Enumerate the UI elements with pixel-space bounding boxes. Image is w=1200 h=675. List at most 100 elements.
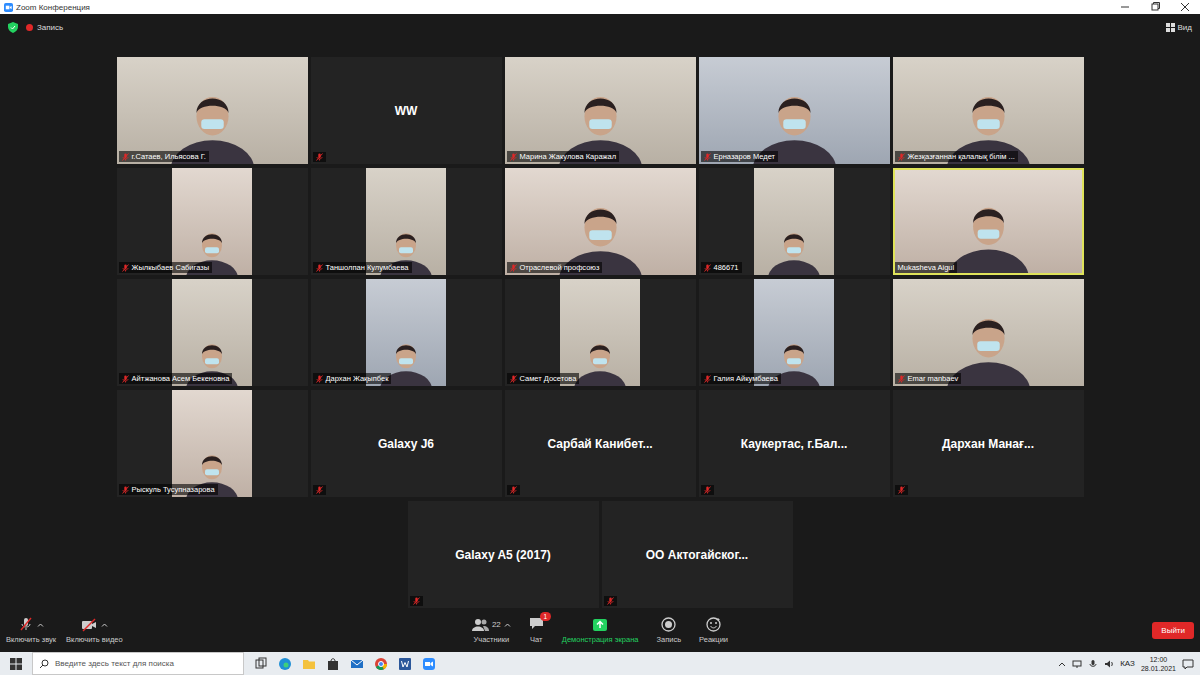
microphone-icon[interactable] — [1088, 659, 1098, 669]
video-frame — [505, 168, 696, 275]
chat-button[interactable]: 1 Чат — [529, 617, 544, 644]
language-indicator[interactable]: КАЗ — [1120, 659, 1135, 668]
folder-icon[interactable] — [302, 657, 316, 671]
participant-tile[interactable]: Рыскуль Тусупназарова — [117, 390, 308, 497]
participant-tile[interactable]: Mukasheva Aigul — [893, 168, 1084, 275]
store-icon[interactable] — [326, 657, 340, 671]
participant-name: Galaxy J6 — [378, 437, 434, 451]
tray-caret-icon[interactable] — [1058, 661, 1066, 667]
participant-tile[interactable]: г.Сатаев, Ильясова Г. — [117, 57, 308, 164]
taskbar-search[interactable]: Введите здесь текст для поиска — [32, 652, 244, 675]
participants-button[interactable]: 22 Участники — [472, 617, 511, 644]
person-icon — [560, 290, 640, 386]
video-frame — [754, 279, 834, 386]
person-icon — [754, 179, 834, 275]
tile-label: Айтжанова Асем Бекеновна — [119, 373, 233, 384]
participant-name: WW — [395, 104, 418, 118]
reactions-button[interactable]: Реакции — [699, 617, 728, 644]
mic-off-icon — [18, 617, 34, 632]
windows-start-icon[interactable] — [9, 657, 23, 671]
participant-tile[interactable]: Дархан Жақыпбек — [311, 279, 502, 386]
video-frame — [505, 57, 696, 164]
participant-tile[interactable]: Galaxy J6 — [311, 390, 502, 497]
tile-label: Галия Айкумбаева — [701, 373, 781, 384]
video-frame — [560, 279, 640, 386]
grid-icon — [1166, 23, 1175, 32]
clock[interactable]: 12:00 28.01.2021 — [1141, 655, 1176, 673]
notifications-icon[interactable] — [1182, 658, 1194, 670]
mic-muted-icon — [510, 486, 517, 494]
tile-label: Таншолпан Кулумбаева — [313, 262, 412, 273]
shield-icon[interactable] — [8, 22, 18, 33]
person-icon — [172, 290, 252, 386]
minimize-icon[interactable] — [1110, 0, 1140, 14]
mic-muted-icon — [122, 375, 129, 383]
share-button[interactable]: Демонстрация экрана — [562, 617, 639, 644]
mic-muted-icon — [607, 597, 614, 605]
restore-icon[interactable] — [1140, 0, 1170, 14]
participant-tile[interactable]: Emar manbaev — [893, 279, 1084, 386]
participant-tile[interactable]: Сарбай Канибет... — [505, 390, 696, 497]
tile-label: Ерназаров Медет — [701, 151, 779, 162]
participant-tile[interactable]: Галия Айкумбаева — [699, 279, 890, 386]
participant-tile[interactable]: Марина Жакулова Каражал — [505, 57, 696, 164]
participant-tile[interactable]: Самет Досетова — [505, 279, 696, 386]
search-icon — [39, 659, 49, 669]
participant-tile[interactable]: ОО Актогайског... — [602, 501, 793, 608]
top-bar: Запись Вид — [0, 14, 1200, 40]
person-icon — [366, 290, 446, 386]
mic-muted-icon — [510, 264, 517, 272]
tile-label: Emar manbaev — [895, 373, 962, 384]
mic-muted-icon — [316, 264, 323, 272]
mic-muted-icon — [898, 153, 905, 161]
video-grid: г.Сатаев, Ильясова Г. WW Марина Жакулова … — [0, 40, 1200, 608]
video-frame — [172, 168, 252, 275]
leave-button[interactable]: Выйти — [1152, 622, 1194, 639]
task-view-icon[interactable] — [254, 657, 268, 671]
video-frame — [172, 390, 252, 497]
person-icon — [699, 68, 890, 164]
caret-up-icon[interactable] — [37, 622, 44, 628]
participant-tile[interactable]: Galaxy A5 (2017) — [408, 501, 599, 608]
word-icon[interactable] — [398, 657, 412, 671]
volume-icon[interactable] — [1104, 659, 1114, 669]
mic-muted-icon — [316, 486, 323, 494]
person-icon — [893, 68, 1084, 164]
video-button[interactable]: Включить видео — [66, 617, 123, 644]
participant-tile[interactable]: Каукертас, г.Бал... — [699, 390, 890, 497]
mic-muted-icon — [704, 264, 711, 272]
caret-up-icon[interactable] — [504, 622, 511, 628]
caret-up-icon[interactable] — [101, 622, 108, 628]
participant-tile[interactable]: Жезқазғаннан қалалық білім ... — [893, 57, 1084, 164]
participant-tile[interactable]: Таншолпан Кулумбаева — [311, 168, 502, 275]
participant-tile[interactable]: Дархан Манағ... — [893, 390, 1084, 497]
participant-tile[interactable]: Айтжанова Асем Бекеновна — [117, 279, 308, 386]
participant-tile[interactable]: 486671 — [699, 168, 890, 275]
participant-name: Дархан Манағ... — [942, 437, 1034, 451]
smiley-icon — [706, 617, 721, 632]
record-button[interactable]: Запись — [656, 617, 681, 644]
record-dot-icon — [26, 24, 33, 31]
participant-tile[interactable]: Ерназаров Медет — [699, 57, 890, 164]
participant-tile[interactable]: Отраслевой профсоюз — [505, 168, 696, 275]
participant-tile[interactable]: Жылкыбаев Сабигазы — [117, 168, 308, 275]
window-title: Zoom Конференция — [16, 3, 90, 12]
zoom-app-icon[interactable] — [422, 657, 436, 671]
network-icon[interactable] — [1072, 659, 1082, 669]
video-frame — [366, 168, 446, 275]
mail-icon[interactable] — [350, 657, 364, 671]
tile-label: Марина Жакулова Каражал — [507, 151, 620, 162]
audio-button[interactable]: Включить звук — [6, 617, 56, 644]
video-frame — [895, 170, 1082, 273]
participant-tile[interactable]: WW — [311, 57, 502, 164]
video-frame — [117, 57, 308, 164]
edge-icon[interactable] — [278, 657, 292, 671]
tile-label: Самет Досетова — [507, 373, 580, 384]
video-frame — [172, 279, 252, 386]
mic-muted-icon — [704, 486, 711, 494]
view-button[interactable]: Вид — [1166, 23, 1192, 32]
participant-name: ОО Актогайског... — [646, 548, 748, 562]
chrome-icon[interactable] — [374, 657, 388, 671]
video-frame — [893, 279, 1084, 386]
close-icon[interactable] — [1170, 0, 1200, 14]
